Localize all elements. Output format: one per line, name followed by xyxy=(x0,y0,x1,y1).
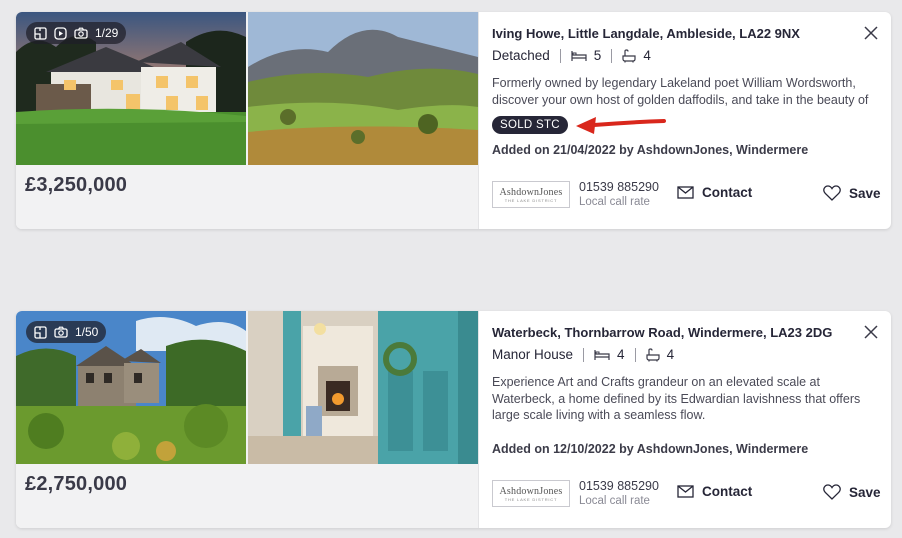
listing-description: Formerly owned by legendary Lakeland poe… xyxy=(492,76,869,107)
mail-icon xyxy=(677,485,694,498)
heart-icon xyxy=(823,185,841,201)
agent-logo-name: AshdownJones xyxy=(499,485,563,497)
bed-icon xyxy=(571,50,587,61)
save-label: Save xyxy=(849,185,881,201)
contact-label: Contact xyxy=(702,185,753,200)
meta-divider xyxy=(634,347,636,362)
camera-icon xyxy=(54,326,68,338)
meta-divider xyxy=(583,347,585,362)
listing-footer: AshdownJones THE LAKE DISTRICT 01539 885… xyxy=(479,180,891,221)
agent-logo[interactable]: AshdownJones THE LAKE DISTRICT xyxy=(492,181,570,208)
meta-divider xyxy=(559,48,561,63)
call-rate-note: Local call rate xyxy=(579,495,650,507)
mail-icon xyxy=(677,186,694,199)
close-icon[interactable] xyxy=(863,25,879,41)
video-icon xyxy=(54,26,67,40)
listing-details: Iving Howe, Little Langdale, Ambleside, … xyxy=(478,12,891,229)
save-label: Save xyxy=(849,484,881,500)
contact-button[interactable]: Contact xyxy=(677,185,752,200)
listing-details: Waterbeck, Thornbarrow Road, Windermere,… xyxy=(478,311,891,528)
contact-label: Contact xyxy=(702,484,753,499)
photo-counter: 1/29 xyxy=(95,26,119,40)
property-type: Detached xyxy=(492,48,550,63)
property-main-photo[interactable]: 1/29 xyxy=(16,12,246,165)
bedroom-count: 5 xyxy=(593,48,602,63)
listing-meta: Detached 5 4 xyxy=(492,48,651,63)
contact-button[interactable]: Contact xyxy=(677,484,752,499)
listing-price: £3,250,000 xyxy=(25,174,128,196)
bath-icon xyxy=(645,347,660,361)
agent-phone[interactable]: 01539 885290 xyxy=(579,180,659,194)
listing-media-panel: 1/50 £2,750,000 xyxy=(16,311,478,528)
annotation-arrow xyxy=(576,117,666,134)
listing-address[interactable]: Waterbeck, Thornbarrow Road, Windermere,… xyxy=(492,325,832,340)
bathroom-count: 4 xyxy=(666,347,675,362)
listing-address[interactable]: Iving Howe, Little Langdale, Ambleside, … xyxy=(492,26,800,41)
close-icon[interactable] xyxy=(863,324,879,340)
bed-icon xyxy=(594,349,610,360)
agent-logo-name: AshdownJones xyxy=(499,186,563,198)
floorplan-icon xyxy=(34,325,47,339)
bedroom-count: 4 xyxy=(617,347,625,362)
bathroom-count: 4 xyxy=(643,48,651,63)
media-badge[interactable]: 1/50 xyxy=(26,321,107,343)
listing-meta: Manor House 4 4 xyxy=(492,347,674,362)
call-rate-note: Local call rate xyxy=(579,196,650,208)
listing-footer: AshdownJones THE LAKE DISTRICT 01539 885… xyxy=(479,479,891,520)
agent-phone[interactable]: 01539 885290 xyxy=(579,479,659,493)
agent-logo-tagline: THE LAKE DISTRICT xyxy=(504,197,558,203)
agent-logo[interactable]: AshdownJones THE LAKE DISTRICT xyxy=(492,480,570,507)
listing-card[interactable]: 1/50 £2,750,000 Waterbeck, Thornbarrow R… xyxy=(16,311,891,528)
bath-icon xyxy=(622,48,636,62)
heart-icon xyxy=(823,484,841,500)
photo-counter: 1/50 xyxy=(75,325,99,339)
property-secondary-photo[interactable] xyxy=(248,311,478,464)
added-info: Added on 21/04/2022 by AshdownJones, Win… xyxy=(492,143,809,157)
listing-description: Experience Art and Crafts grandeur on an… xyxy=(492,375,861,422)
listing-price: £2,750,000 xyxy=(25,473,128,495)
floorplan-icon xyxy=(34,26,47,40)
added-info: Added on 12/10/2022 by AshdownJones, Win… xyxy=(492,442,809,456)
media-badge[interactable]: 1/29 xyxy=(26,22,127,44)
status-badge: SOLD STC xyxy=(492,116,568,134)
listing-media-panel: 1/29 £3,250,000 xyxy=(16,12,478,229)
save-button[interactable]: Save xyxy=(823,185,881,201)
property-main-photo[interactable]: 1/50 xyxy=(16,311,246,464)
meta-divider xyxy=(611,48,613,63)
property-type: Manor House xyxy=(492,347,574,362)
agent-logo-tagline: THE LAKE DISTRICT xyxy=(504,496,558,502)
save-button[interactable]: Save xyxy=(823,484,881,500)
camera-icon xyxy=(74,27,88,39)
listing-card[interactable]: 1/29 £3,250,000 Iving Howe, Little Langd… xyxy=(16,12,891,229)
property-secondary-photo[interactable] xyxy=(248,12,478,165)
